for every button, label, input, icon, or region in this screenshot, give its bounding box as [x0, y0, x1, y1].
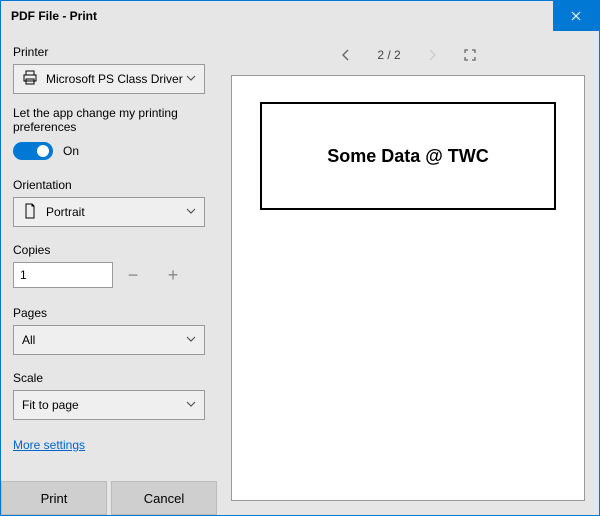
- cancel-button[interactable]: Cancel: [111, 481, 217, 515]
- close-button[interactable]: [553, 1, 599, 31]
- orientation-label: Orientation: [13, 178, 205, 192]
- dialog-footer: Print Cancel: [1, 481, 217, 515]
- print-dialog: PDF File - Print Printer Microsoft PS Cl…: [0, 0, 600, 516]
- orientation-select[interactable]: Portrait: [13, 197, 205, 227]
- copies-label: Copies: [13, 243, 205, 257]
- toggle-knob: [37, 145, 49, 157]
- next-page-button[interactable]: [425, 48, 439, 62]
- page-icon: [22, 203, 38, 222]
- orientation-value: Portrait: [46, 205, 85, 219]
- arrow-left-icon: [339, 48, 353, 62]
- pages-label: Pages: [13, 306, 205, 320]
- printer-icon: [22, 70, 38, 89]
- preview-page: Some Data @ TWC: [231, 75, 585, 501]
- window-title: PDF File - Print: [1, 9, 97, 23]
- dialog-body: Printer Microsoft PS Class Driver Let th…: [1, 31, 599, 515]
- copies-input[interactable]: [13, 262, 113, 288]
- fullscreen-button[interactable]: [463, 48, 477, 62]
- chevron-down-icon: [186, 333, 196, 347]
- preferences-text: Let the app change my printing preferenc…: [13, 106, 205, 134]
- more-settings-link[interactable]: More settings: [13, 438, 205, 452]
- pages-select[interactable]: All: [13, 325, 205, 355]
- print-button[interactable]: Print: [1, 481, 107, 515]
- chevron-down-icon: [186, 205, 196, 219]
- document-text: Some Data @ TWC: [327, 146, 489, 167]
- fullscreen-icon: [463, 48, 477, 62]
- arrow-right-icon: [425, 48, 439, 62]
- page-indicator: 2 / 2: [377, 48, 400, 62]
- printer-label: Printer: [13, 45, 205, 59]
- document-content-box: Some Data @ TWC: [260, 102, 556, 210]
- settings-panel: Printer Microsoft PS Class Driver Let th…: [1, 31, 217, 515]
- copies-decrement[interactable]: −: [113, 262, 153, 288]
- scale-value: Fit to page: [22, 398, 79, 412]
- scale-select[interactable]: Fit to page: [13, 390, 205, 420]
- titlebar: PDF File - Print: [1, 1, 599, 31]
- copies-increment[interactable]: +: [153, 262, 193, 288]
- chevron-down-icon: [186, 72, 196, 86]
- preview-pane: 2 / 2 Some Data @ TWC: [217, 31, 599, 515]
- preview-nav: 2 / 2: [231, 41, 585, 69]
- chevron-down-icon: [186, 398, 196, 412]
- printer-value: Microsoft PS Class Driver: [46, 72, 183, 86]
- close-icon: [571, 11, 581, 21]
- printer-select[interactable]: Microsoft PS Class Driver: [13, 64, 205, 94]
- scale-label: Scale: [13, 371, 205, 385]
- preferences-toggle[interactable]: [13, 142, 53, 160]
- toggle-state-label: On: [63, 144, 79, 158]
- pages-value: All: [22, 333, 35, 347]
- prev-page-button[interactable]: [339, 48, 353, 62]
